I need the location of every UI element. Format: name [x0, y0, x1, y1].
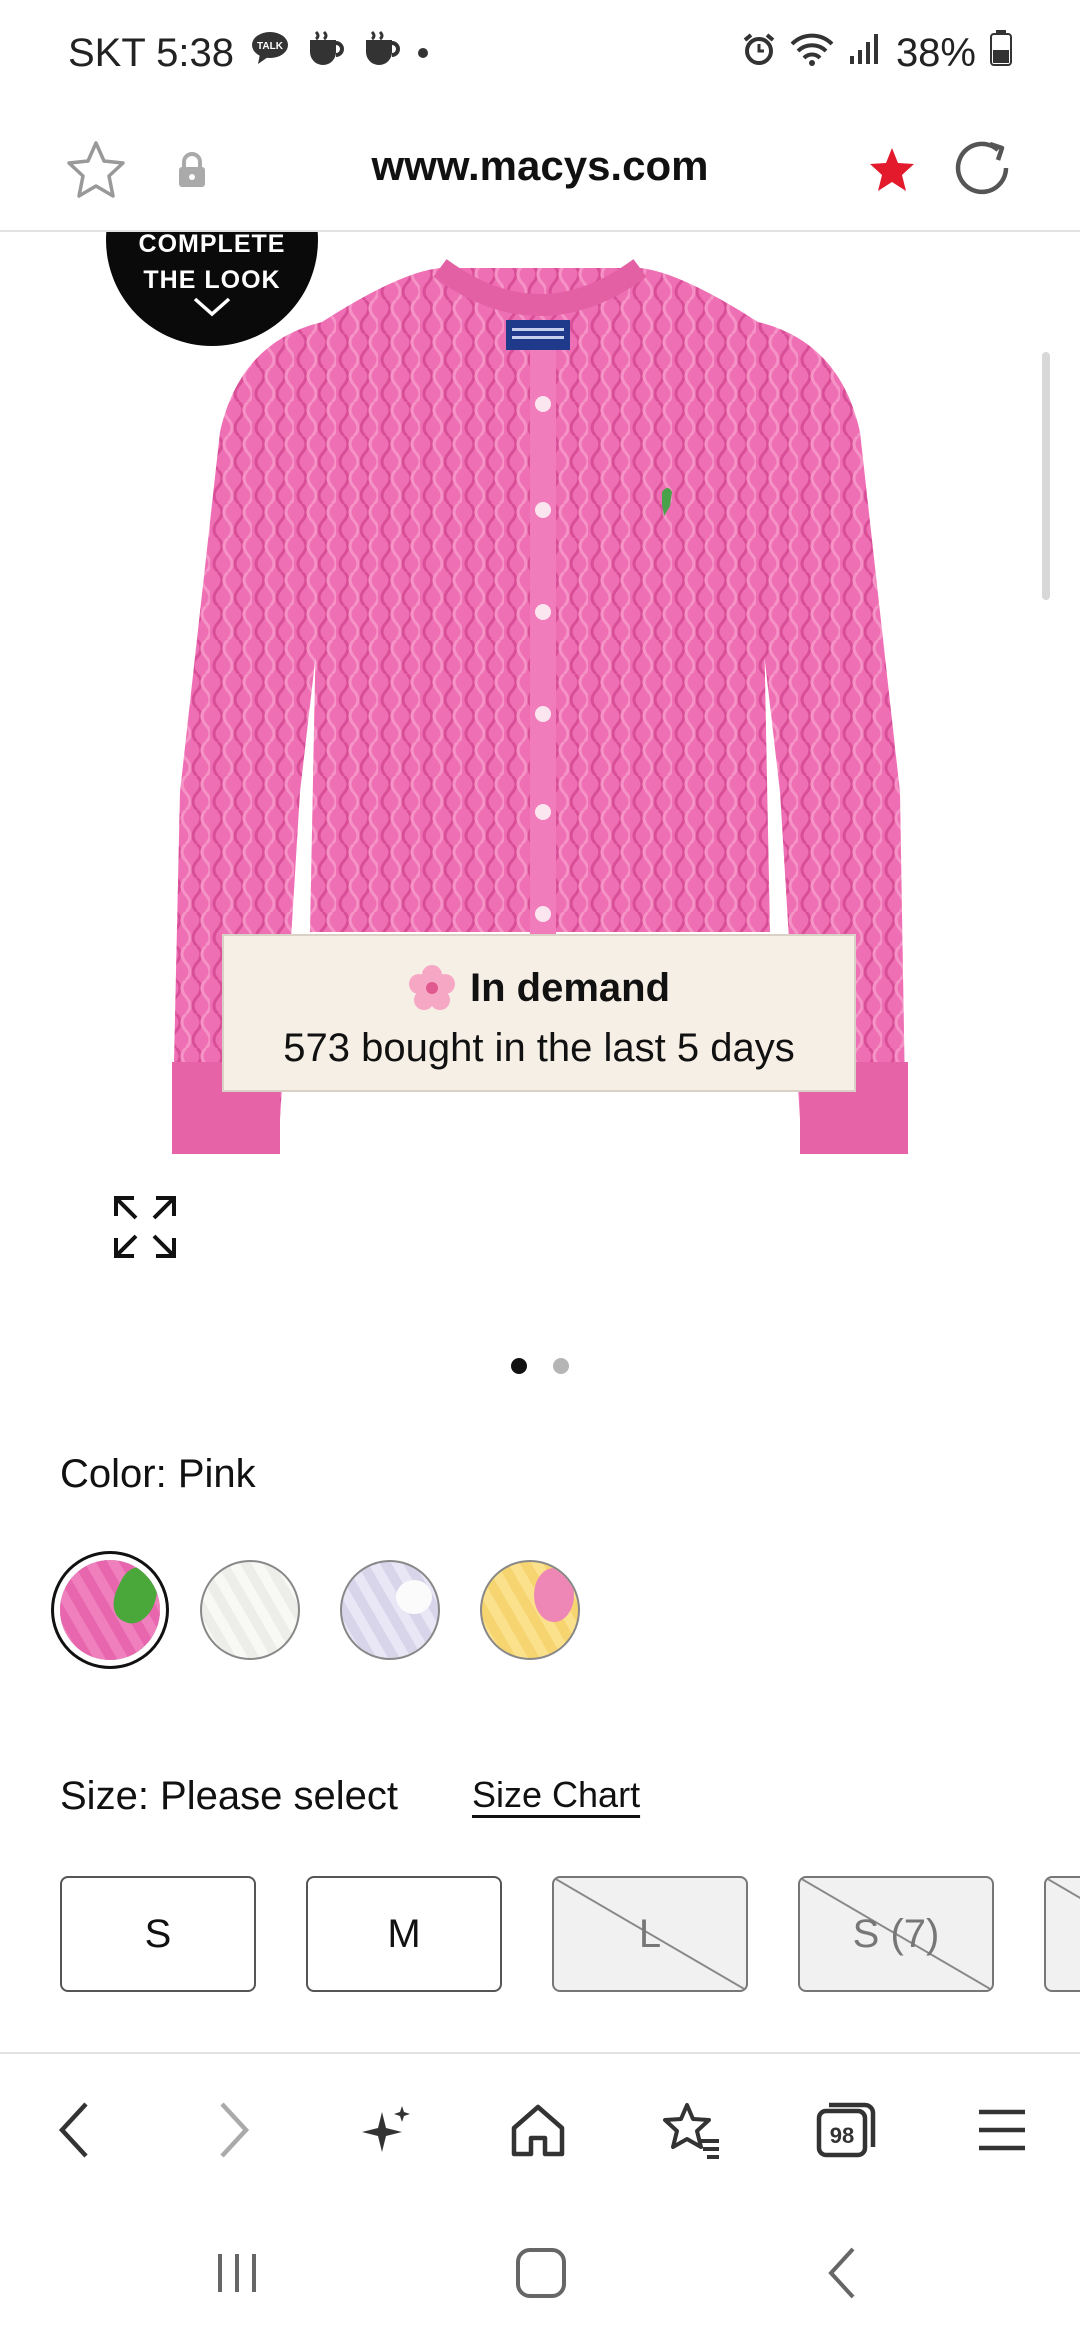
forward-icon[interactable]	[196, 2092, 272, 2168]
in-demand-subtitle: 573 bought in the last 5 days	[283, 1026, 795, 1070]
color-label: Color: Pink	[60, 1452, 256, 1496]
size-option-s[interactable]: S	[60, 1876, 256, 1992]
swatch-lavender[interactable]	[340, 1560, 440, 1660]
size-option-label: S	[144, 1911, 172, 1956]
signal-icon	[848, 31, 882, 76]
browser-bottom-toolbar: 98	[0, 2052, 1080, 2200]
svg-text:98: 98	[830, 2123, 854, 2148]
color-swatches	[60, 1560, 580, 1660]
system-navigation-bar	[0, 2198, 1080, 2340]
size-options: S M L S (7) M	[60, 1876, 1080, 1996]
carousel-dots	[0, 1358, 1080, 1374]
page-scrollbar[interactable]	[1042, 352, 1050, 600]
status-right: 38%	[742, 30, 1012, 76]
carousel-dot-2[interactable]	[553, 1358, 569, 1374]
browser-address-bar: www.macys.com	[0, 112, 1080, 232]
in-demand-title: In demand	[469, 965, 671, 1010]
status-left: SKT 5:38 TALK	[68, 30, 429, 76]
svg-text:TALK: TALK	[257, 41, 284, 52]
talk-notification-icon: TALK	[250, 30, 290, 76]
menu-icon[interactable]	[964, 2092, 1040, 2168]
swatch-pink[interactable]	[60, 1560, 160, 1660]
size-option-m[interactable]: M	[306, 1876, 502, 1992]
cup-notification-icon-2	[362, 30, 402, 76]
in-demand-banner: In demand 573 bought in the last 5 days	[222, 934, 856, 1092]
tabs-count-icon[interactable]: 98	[808, 2092, 884, 2168]
recent-apps-icon[interactable]	[202, 2238, 272, 2308]
size-option-label: S (7)	[852, 1911, 940, 1956]
home-icon[interactable]	[500, 2092, 576, 2168]
bookmarks-icon[interactable]	[654, 2092, 730, 2168]
system-back-icon[interactable]	[808, 2238, 878, 2308]
cup-notification-icon	[306, 30, 346, 76]
home-button-icon[interactable]	[506, 2238, 576, 2308]
carrier-time: SKT 5:38	[68, 30, 235, 75]
reload-icon[interactable]	[948, 134, 1020, 206]
size-option-m-unavailable[interactable]: M	[1044, 1876, 1080, 1992]
more-notifications-dot	[418, 48, 429, 58]
chevron-down-icon	[193, 297, 231, 317]
ai-sparkle-icon[interactable]	[348, 2092, 424, 2168]
alarm-icon	[742, 31, 776, 76]
swatch-yellow[interactable]	[480, 1560, 580, 1660]
favorite-star-icon[interactable]	[856, 134, 928, 206]
status-bar: SKT 5:38 TALK 38%	[0, 0, 1080, 112]
complete-look-line1: COMPLETE	[138, 232, 286, 258]
swatch-white[interactable]	[200, 1560, 300, 1660]
size-option-label: L	[638, 1911, 662, 1956]
size-option-l-unavailable[interactable]: L	[552, 1876, 748, 1992]
wifi-icon	[790, 31, 834, 76]
expand-icon[interactable]	[110, 1192, 180, 1262]
size-option-s7-unavailable[interactable]: S (7)	[798, 1876, 994, 1992]
complete-look-line2: THE LOOK	[143, 266, 281, 294]
back-icon[interactable]	[36, 2092, 112, 2168]
size-option-label: M	[387, 1911, 421, 1956]
battery-percent: 38%	[895, 30, 976, 75]
size-label: Size: Please select	[60, 1774, 398, 1818]
flower-icon	[408, 965, 455, 1010]
size-chart-link[interactable]: Size Chart	[472, 1774, 640, 1816]
battery-icon	[990, 30, 1012, 76]
product-image-gallery[interactable]: COMPLETE THE LOOK In demand 573 bought i…	[0, 232, 1080, 1382]
carousel-dot-1[interactable]	[511, 1358, 527, 1374]
